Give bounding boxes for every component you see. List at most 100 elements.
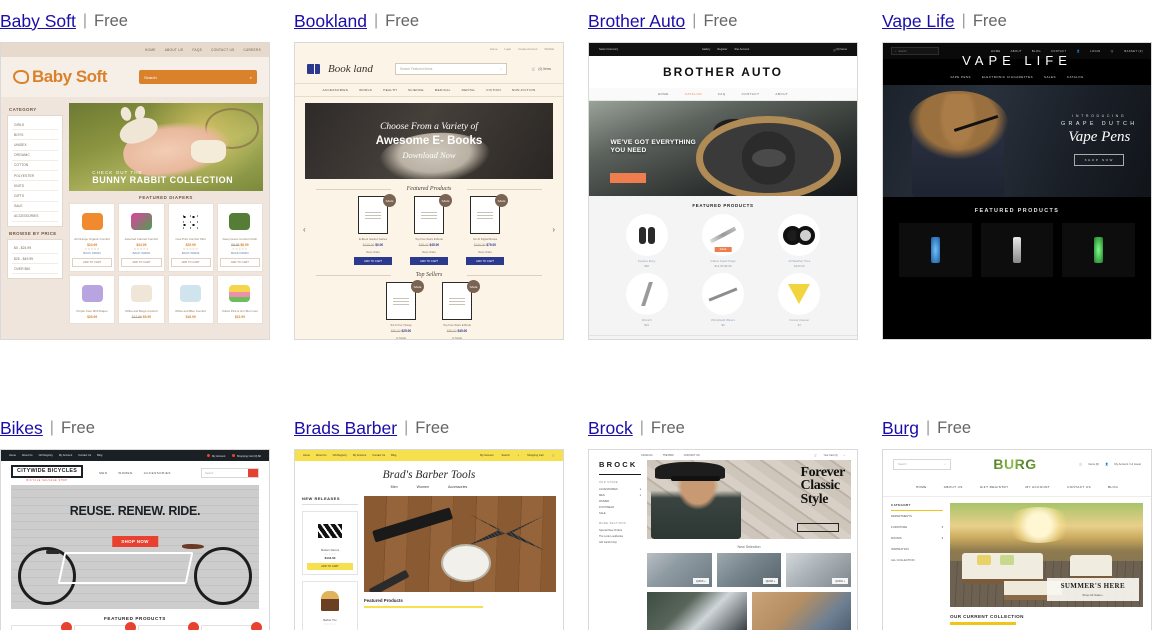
- product-card[interactable]: QUICK +: [716, 553, 782, 587]
- product-card[interactable]: [1062, 223, 1135, 277]
- topnav-item[interactable]: Gift Registry: [39, 454, 53, 457]
- nav-item[interactable]: GIFT REGISTRY: [980, 485, 1009, 489]
- nav-item[interactable]: CONTACT: [742, 92, 760, 96]
- nav-item[interactable]: HOME: [658, 92, 669, 96]
- product-card[interactable]: All Orange Organic Comfort $24.99 ☆☆☆☆☆ BAC…: [69, 203, 116, 272]
- sidebar-item[interactable]: DEPARTMENTS: [891, 511, 943, 522]
- product-card[interactable]: White and Blue Comfort $16.99: [167, 275, 214, 324]
- topnav-item[interactable]: About Us: [316, 454, 327, 457]
- theme-thumbnail-baby-soft[interactable]: HOME ABOUT US FAQS CONTACT US CAREERS Ba…: [0, 42, 270, 340]
- product-card[interactable]: [751, 592, 851, 630]
- currency-selector[interactable]: Select Currency: [599, 48, 618, 51]
- add-to-cart-button[interactable]: ADD TO CART: [410, 257, 448, 265]
- carousel-next-icon[interactable]: ›: [552, 225, 555, 234]
- product-card[interactable]: QUICK +: [647, 553, 712, 587]
- nav-item[interactable]: MY ACCOUNT: [1026, 485, 1051, 489]
- quick-view-button[interactable]: QUICK +: [832, 578, 848, 584]
- add-to-cart-button[interactable]: ADD TO CART: [72, 258, 113, 267]
- product-card[interactable]: All Weather Tires $120.00: [764, 214, 835, 268]
- theme-link-brother-auto[interactable]: Brother Auto: [588, 11, 685, 32]
- cart-link[interactable]: Items (0): [1088, 463, 1099, 466]
- theme-thumbnail-brock[interactable]: CATALOG THE BRO CONTACT US 🛒 Your Cart (0…: [588, 449, 858, 630]
- add-to-cart-button[interactable]: ADD TO CART: [466, 257, 504, 265]
- sidebar-item[interactable]: Gift Cards FAQ: [599, 539, 641, 545]
- nav-item[interactable]: SALES: [1044, 75, 1056, 79]
- add-to-cart-button[interactable]: ADD TO CART: [219, 258, 260, 267]
- theme-link-brock[interactable]: Brock: [588, 418, 633, 439]
- nav-item[interactable]: WOMEN: [118, 471, 132, 475]
- hero-shop-now-button[interactable]: [796, 522, 839, 532]
- quick-view-button[interactable]: QUICK +: [693, 578, 709, 584]
- nav-item[interactable]: FICTION: [486, 88, 500, 92]
- product-card[interactable]: Yellow Pink & Grn Bun Liner $22.99: [216, 275, 263, 324]
- product-card[interactable]: SALE Sci-Fi For Cheap $80.00 $25.00 In S…: [378, 280, 424, 339]
- hero-shop-now-button[interactable]: SHOP NOW: [112, 535, 158, 547]
- nav-item[interactable]: ACCESSORIES: [144, 471, 171, 475]
- theme-link-vape-life[interactable]: Vape Life: [882, 11, 955, 32]
- product-card[interactable]: Funnel Cleaner $7: [764, 273, 835, 327]
- theme-thumbnail-bikes[interactable]: Home About Us Gift Registry My Account C…: [0, 449, 270, 630]
- product-card[interactable]: [137, 622, 199, 630]
- product-card[interactable]: Cow Print Comfort Skirt $29.99 ☆☆☆☆☆ BACK I…: [167, 203, 214, 272]
- category-item[interactable]: COTTON: [12, 161, 58, 171]
- search-box[interactable]: Search ⌕: [139, 70, 257, 84]
- account-link[interactable]: My Account: [212, 455, 225, 458]
- product-card[interactable]: Deep Green Comfort Cloth $9.99 $8.99 ☆☆☆☆☆…: [216, 203, 263, 272]
- theme-link-bikes[interactable]: Bikes: [0, 418, 43, 439]
- cart-link[interactable]: BASKET (0): [1124, 50, 1143, 53]
- add-to-cart-button[interactable]: ADD TO CART: [121, 258, 162, 267]
- product-card[interactable]: SALE Top Five Stars E-Book $99.00 $45.00…: [434, 280, 480, 339]
- product-card[interactable]: Modern Razors ☆☆☆☆☆ $144.00 ADD TO CART: [302, 511, 358, 575]
- topnav-item[interactable]: Gallery: [702, 48, 711, 51]
- topnav-item[interactable]: Register: [717, 48, 727, 51]
- topnav-item[interactable]: Home: [303, 454, 310, 457]
- product-card[interactable]: QUICK +: [786, 553, 851, 587]
- product-card[interactable]: [200, 622, 262, 630]
- category-item[interactable]: ACCESSORIES: [12, 212, 58, 222]
- add-to-cart-button[interactable]: ADD TO CART: [354, 257, 392, 265]
- product-card[interactable]: [899, 223, 972, 277]
- product-card[interactable]: SALE Iridium Spark Plugs $14.99 $9.99: [687, 214, 758, 268]
- category-item[interactable]: SALE: [12, 202, 58, 212]
- theme-link-brads-barber[interactable]: Brads Barber: [294, 418, 397, 439]
- theme-thumbnail-brads-barber[interactable]: Home About Us Gift Registry My Account C…: [294, 449, 564, 630]
- product-card[interactable]: Windshield Wipers $9: [687, 273, 758, 327]
- nav-item[interactable]: CATALOG: [1067, 75, 1084, 79]
- price-range-item[interactable]: $25 - $49.99: [12, 254, 58, 265]
- search-button[interactable]: [248, 469, 258, 477]
- hero-shop-now-button[interactable]: [610, 172, 647, 183]
- nav-item[interactable]: ABOUT: [775, 92, 788, 96]
- product-card[interactable]: Wrench $15: [611, 273, 682, 327]
- sidebar-item[interactable]: ALL COLLECTION: [891, 554, 943, 565]
- topnav-item[interactable]: Gift Registry: [333, 454, 347, 457]
- topnav-item[interactable]: Site Account: [734, 48, 749, 51]
- nav-item[interactable]: MEN: [99, 471, 107, 475]
- carousel-prev-icon[interactable]: ‹: [303, 225, 306, 234]
- nav-item[interactable]: FAQ: [718, 92, 726, 96]
- search-box[interactable]: Search: [201, 468, 259, 478]
- category-item[interactable]: ORGANIC: [12, 151, 58, 161]
- search-box[interactable]: Search Featured Items ⌕: [394, 62, 507, 75]
- nav-item[interactable]: Women: [417, 485, 429, 489]
- add-to-cart-button[interactable]: ADD TO CART: [170, 258, 211, 267]
- login-link[interactable]: LOGIN: [1090, 50, 1100, 53]
- topnav-item[interactable]: My Account: [353, 454, 366, 457]
- topnav-item[interactable]: Blog: [391, 454, 396, 457]
- product-card[interactable]: [11, 622, 73, 630]
- topnav-item[interactable]: About Us: [22, 454, 33, 457]
- nav-item[interactable]: DENTAL: [462, 88, 476, 92]
- topnav-item[interactable]: Blog: [97, 454, 102, 457]
- nav-item[interactable]: HOME: [916, 485, 927, 489]
- category-item[interactable]: POLYESTER: [12, 171, 58, 182]
- nav-item[interactable]: ACCESSORIES: [322, 88, 348, 92]
- cart-link[interactable]: Shopping Cart (0) $0: [237, 455, 261, 458]
- sidebar-item[interactable]: INSPIRATION: [891, 543, 943, 554]
- product-card[interactable]: [980, 223, 1054, 277]
- nav-item[interactable]: HEALTH: [383, 88, 397, 92]
- search-icon[interactable]: ⌕: [844, 454, 845, 457]
- product-card[interactable]: SALE E-Book Garden Series $145.00 $0.00 …: [350, 194, 396, 265]
- price-range-item[interactable]: OVER $50: [12, 264, 58, 275]
- add-to-cart-button[interactable]: ADD TO CART: [307, 563, 353, 570]
- theme-link-burg[interactable]: Burg: [882, 418, 919, 439]
- category-item[interactable]: BOYS: [12, 130, 58, 141]
